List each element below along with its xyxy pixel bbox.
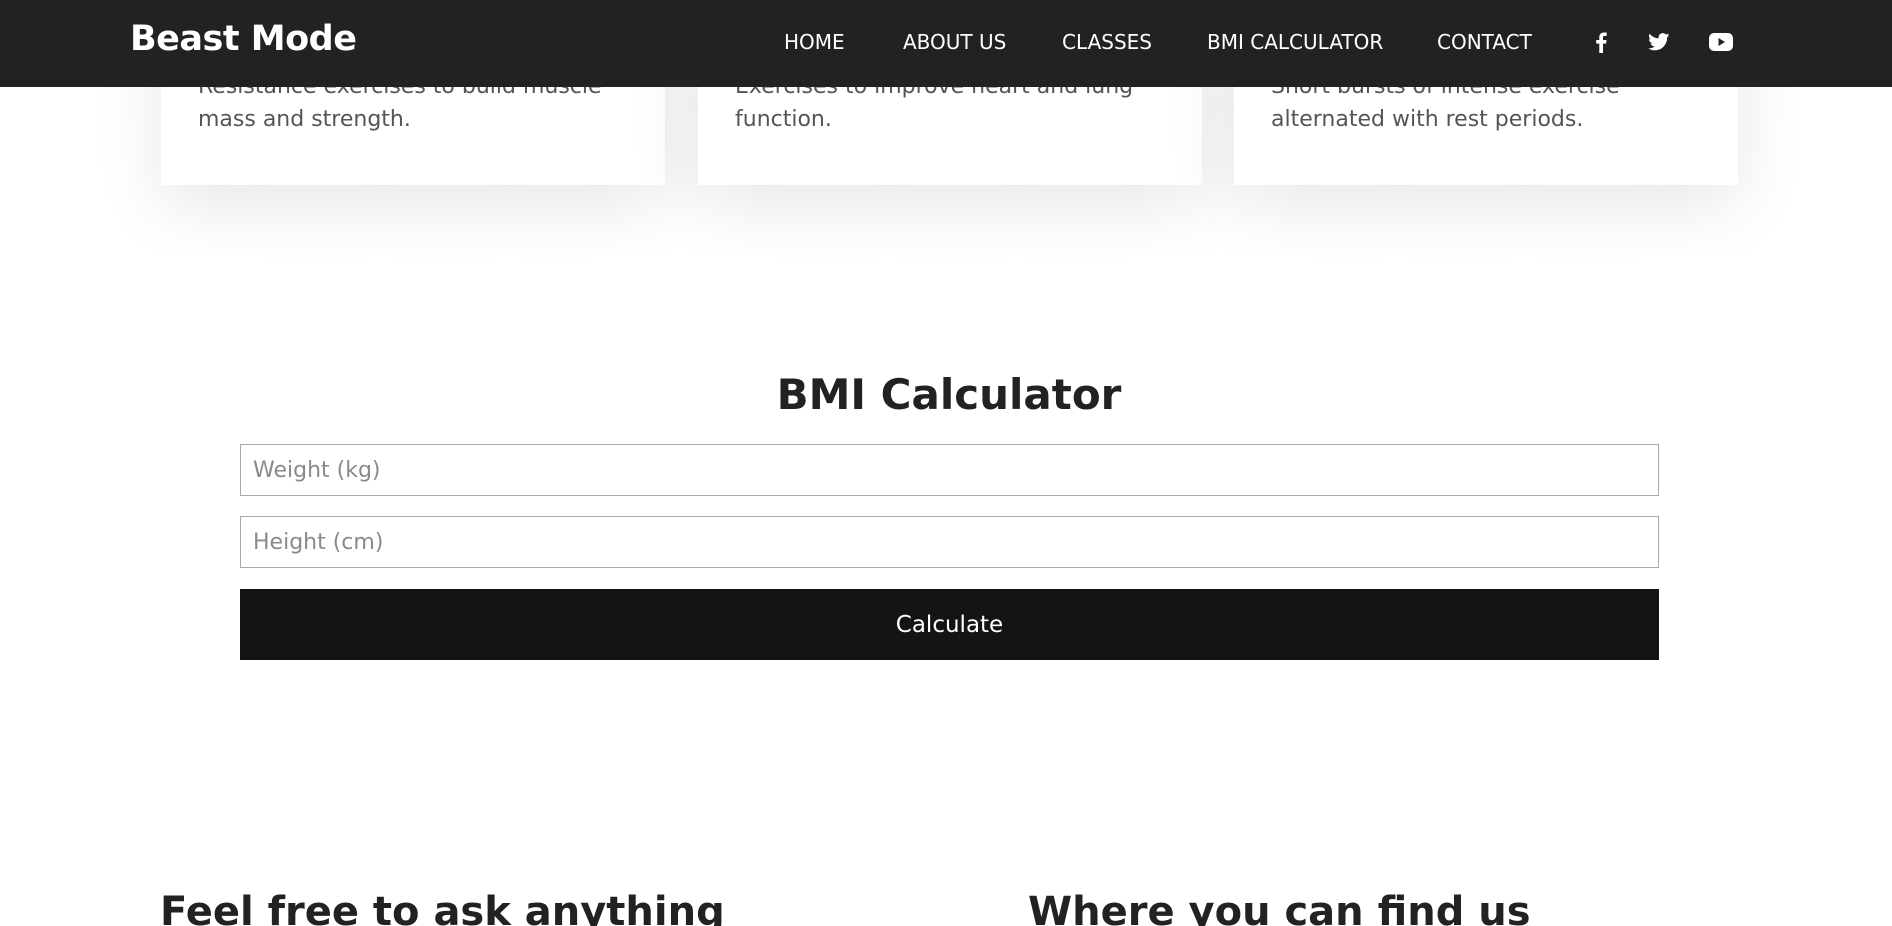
twitter-icon[interactable] [1646, 30, 1672, 54]
calculate-button[interactable]: Calculate [240, 589, 1659, 660]
facebook-glyph [1596, 32, 1607, 53]
youtube-icon[interactable] [1708, 30, 1734, 54]
page: Resistance exercises to build muscle mas… [0, 0, 1892, 926]
weight-input[interactable] [240, 444, 1659, 496]
nav-link-contact[interactable]: CONTACT [1437, 29, 1532, 55]
height-input[interactable] [240, 516, 1659, 568]
nav-link-about-us[interactable]: ABOUT US [903, 29, 1006, 55]
nav-link-bmi-calculator[interactable]: BMI CALCULATOR [1207, 29, 1383, 55]
contact-form-heading: Feel free to ask anything [160, 889, 725, 926]
nav-link-home[interactable]: HOME [784, 29, 845, 55]
brand-logo[interactable]: Beast Mode [130, 19, 357, 59]
location-heading: Where you can find us [1028, 889, 1531, 926]
bmi-calculator-title: BMI Calculator [776, 370, 1122, 419]
youtube-glyph [1709, 33, 1733, 51]
navbar: Beast Mode HOME ABOUT US CLASSES BMI CAL… [0, 0, 1892, 87]
twitter-glyph [1648, 33, 1670, 51]
nav-link-classes[interactable]: CLASSES [1062, 29, 1152, 55]
facebook-icon[interactable] [1588, 30, 1614, 54]
